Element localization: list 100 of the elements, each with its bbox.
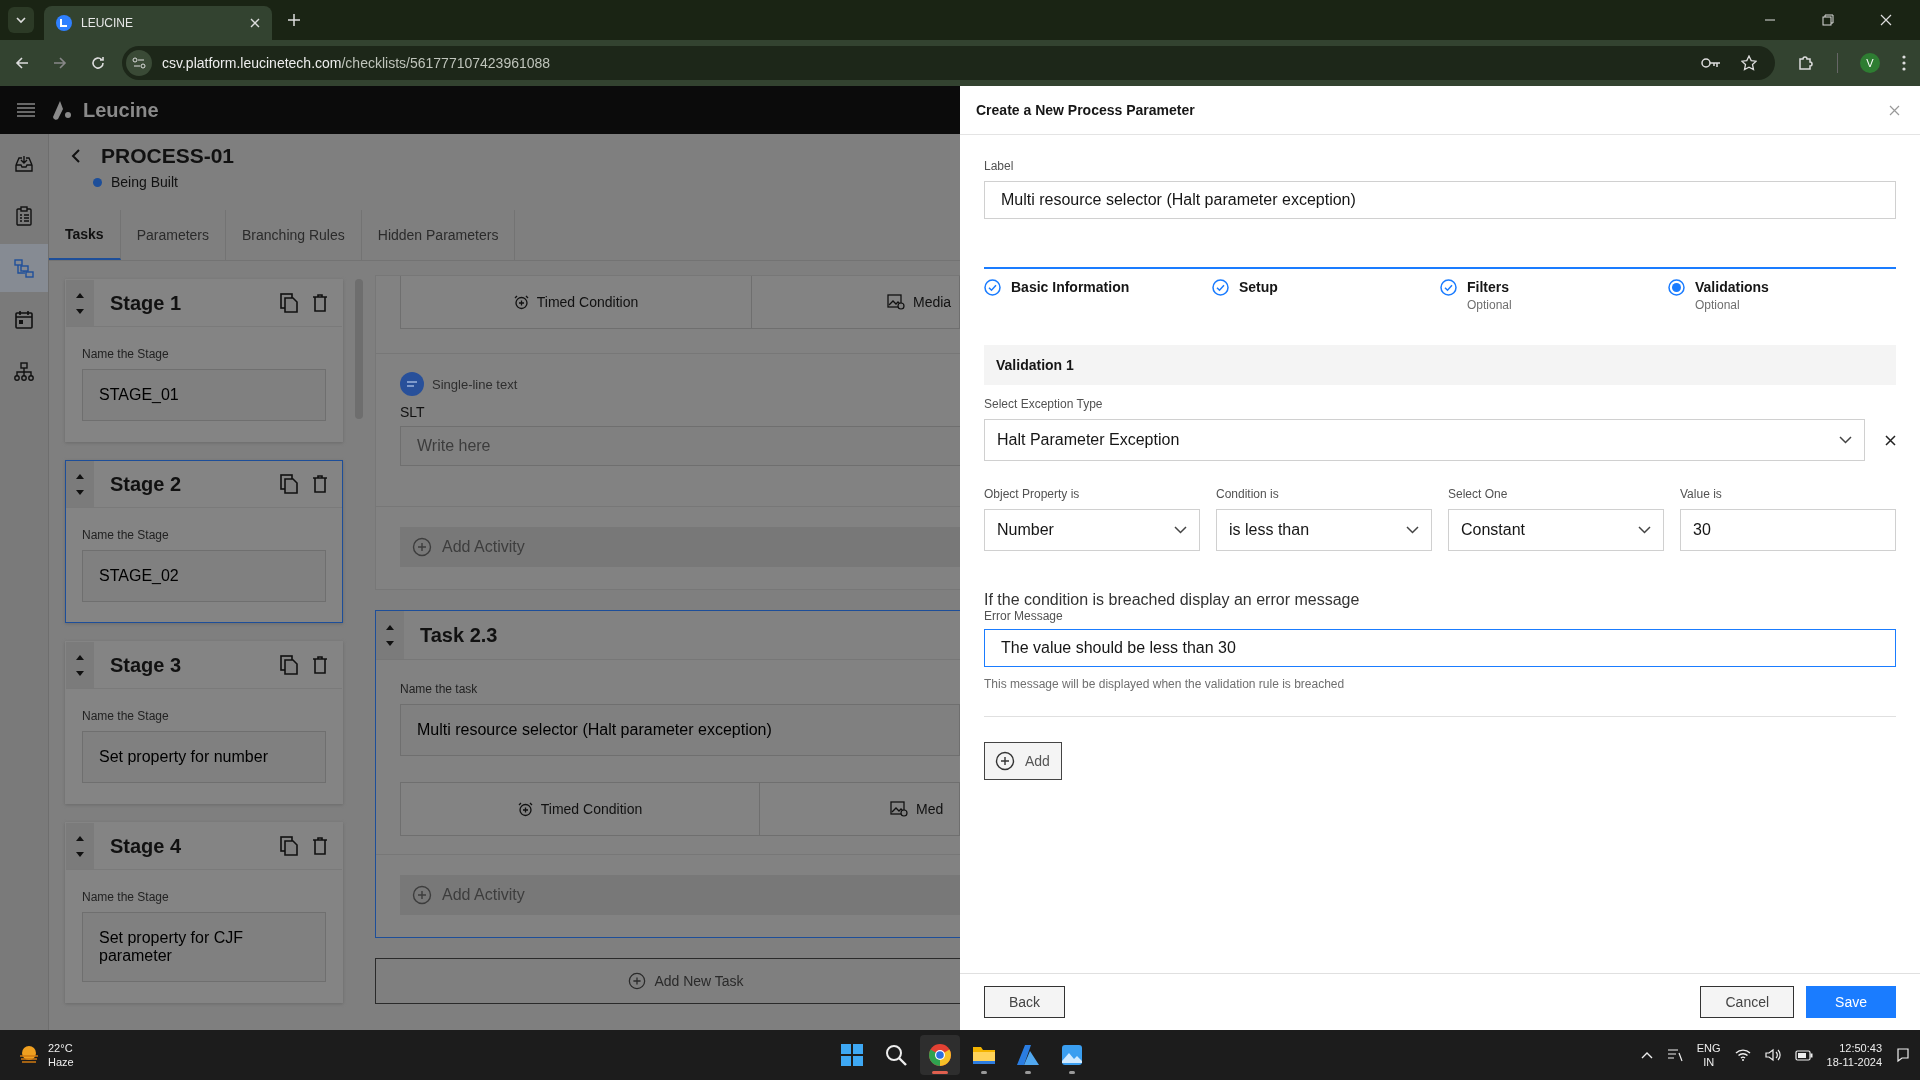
delete-icon[interactable]	[312, 475, 328, 493]
add-validation-button[interactable]: Add	[984, 742, 1062, 780]
copy-icon[interactable]	[280, 293, 298, 313]
task-card[interactable]: Task 2.3 Name the task Multi resource selector (Halt parameter exception) Timed Condition Med Add Activity	[375, 610, 960, 938]
browser-menu-icon[interactable]	[1902, 55, 1906, 71]
notification-icon[interactable]	[1896, 1047, 1910, 1063]
activity-type: Single-line text	[432, 376, 518, 392]
alarm-plus-icon	[513, 294, 529, 310]
inbox-icon	[13, 153, 35, 175]
back-button[interactable]: Back	[984, 986, 1066, 1018]
stage-name-field[interactable]: STAGE_01	[82, 369, 326, 421]
move-down-icon[interactable]	[76, 670, 84, 676]
battery-icon[interactable]	[1794, 1049, 1813, 1061]
move-up-icon[interactable]	[76, 292, 84, 298]
step-tab[interactable]: Validations Optional	[1668, 279, 1896, 337]
sun-haze-icon	[18, 1044, 40, 1066]
section-heading: If the condition is breached display an error message	[984, 591, 1361, 609]
pen-menu-icon[interactable]	[1666, 1048, 1683, 1062]
timed-condition-button[interactable]: Timed Condition	[401, 276, 751, 328]
reload-icon[interactable]	[90, 55, 106, 71]
text-input-field[interactable]: Write here	[400, 426, 960, 466]
step-tab[interactable]: Basic Information	[984, 279, 1212, 337]
stage-card[interactable]: Stage 3 Name the Stage Set property for number	[65, 641, 343, 804]
page-tab[interactable]: Branching Rules	[226, 210, 362, 260]
bookmark-star-icon[interactable]	[1741, 55, 1757, 71]
stage-title: Stage 3	[110, 653, 182, 677]
cancel-button[interactable]: Cancel	[1700, 986, 1795, 1018]
step-tab[interactable]: Filters Optional	[1440, 279, 1668, 337]
add-new-task-button[interactable]: Add New Task	[375, 958, 960, 1004]
language-code[interactable]: ENG	[1696, 1042, 1721, 1054]
media-button[interactable]: Med	[759, 783, 959, 835]
value-input[interactable]: 30	[1680, 509, 1896, 551]
exception-type-select[interactable]: Halt Parameter Exception	[984, 419, 1865, 461]
calendar-icon	[13, 309, 35, 331]
region-code[interactable]: IN	[1703, 1056, 1715, 1068]
dropdown-select[interactable]: Number	[984, 509, 1200, 551]
remove-icon[interactable]	[1885, 434, 1896, 446]
move-up-icon[interactable]	[76, 654, 84, 660]
clock-date[interactable]: 18-11-2024	[1826, 1056, 1882, 1068]
tab-list-button[interactable]	[8, 7, 34, 33]
close-window-icon[interactable]	[1880, 14, 1892, 26]
delete-icon[interactable]	[312, 837, 328, 855]
task-name-field[interactable]: Multi resource selector (Halt parameter exception)	[400, 704, 960, 756]
stage-name-field[interactable]: Set property for number	[82, 731, 326, 783]
step-sublabel: Optional	[1467, 298, 1512, 312]
dropdown-select[interactable]: is less than	[1216, 509, 1432, 551]
copy-icon[interactable]	[280, 474, 298, 494]
menu-icon[interactable]	[17, 103, 35, 117]
flowchart-icon	[13, 257, 35, 279]
site-settings-icon[interactable]	[126, 50, 152, 76]
profile-avatar[interactable]: V	[1860, 53, 1880, 73]
error-message-field[interactable]: The value should be less than 30	[984, 629, 1896, 667]
delete-icon[interactable]	[312, 656, 328, 674]
label-field[interactable]: Multi resource selector (Halt parameter exception)	[984, 181, 1896, 219]
move-down-icon[interactable]	[76, 489, 84, 495]
close-tab-icon[interactable]	[250, 18, 260, 28]
new-tab-icon[interactable]	[288, 14, 300, 26]
activity-label: SLT	[400, 404, 426, 420]
dropdown-select[interactable]: Constant	[1448, 509, 1664, 551]
taskbar-chrome-button[interactable]	[920, 1035, 961, 1075]
browser-tab[interactable]: LEUCINE	[44, 6, 272, 40]
search-icon	[884, 1043, 909, 1067]
stage-card[interactable]: Stage 4 Name the Stage Set property for CJF parameter	[65, 822, 343, 1003]
step-tab[interactable]: Setup	[1212, 279, 1440, 337]
delete-icon[interactable]	[312, 294, 328, 312]
wifi-icon[interactable]	[1734, 1049, 1751, 1061]
timed-condition-button[interactable]: Timed Condition	[401, 783, 759, 835]
address-bar[interactable]: csv.platform.leucinetech.com/checklists/561777107423961088	[122, 46, 1775, 80]
back-chevron-icon[interactable]	[71, 149, 81, 163]
chevron-up-icon[interactable]	[1640, 1051, 1653, 1059]
task-title: Task 2.3	[420, 623, 498, 647]
move-up-icon[interactable]	[76, 835, 84, 841]
close-icon[interactable]	[1889, 104, 1900, 116]
move-down-icon[interactable]	[76, 851, 84, 857]
add-circle-icon	[628, 972, 647, 990]
hierarchy-icon	[13, 361, 35, 383]
page-tab[interactable]: Hidden Parameters	[361, 210, 516, 260]
move-down-icon[interactable]	[76, 308, 84, 314]
key-icon[interactable]	[1701, 57, 1721, 69]
copy-icon[interactable]	[280, 836, 298, 856]
page-tab[interactable]: Tasks	[49, 210, 121, 260]
move-down-icon[interactable]	[386, 640, 394, 646]
stage-card[interactable]: Stage 2 Name the Stage STAGE_02	[65, 460, 343, 623]
move-up-icon[interactable]	[386, 624, 394, 630]
stage-name-field[interactable]: STAGE_02	[82, 550, 326, 602]
restore-icon[interactable]	[1822, 14, 1834, 26]
media-button[interactable]: Media	[751, 276, 959, 328]
forward-icon[interactable]	[52, 55, 68, 71]
step-sublabel: Optional	[1695, 298, 1741, 312]
stage-name-field[interactable]: Set property for CJF parameter	[82, 912, 326, 982]
copy-icon[interactable]	[280, 655, 298, 675]
back-icon[interactable]	[14, 55, 30, 71]
clock-time[interactable]: 12:50:43	[1839, 1042, 1882, 1054]
extensions-icon[interactable]	[1797, 54, 1815, 72]
save-button[interactable]: Save	[1806, 986, 1896, 1018]
field-label: Error Message	[984, 609, 1064, 623]
page-tab[interactable]: Parameters	[120, 210, 227, 260]
stage-card[interactable]: Stage 1 Name the Stage STAGE_01	[65, 279, 343, 442]
move-up-icon[interactable]	[76, 473, 84, 479]
speaker-icon[interactable]	[1764, 1048, 1781, 1062]
